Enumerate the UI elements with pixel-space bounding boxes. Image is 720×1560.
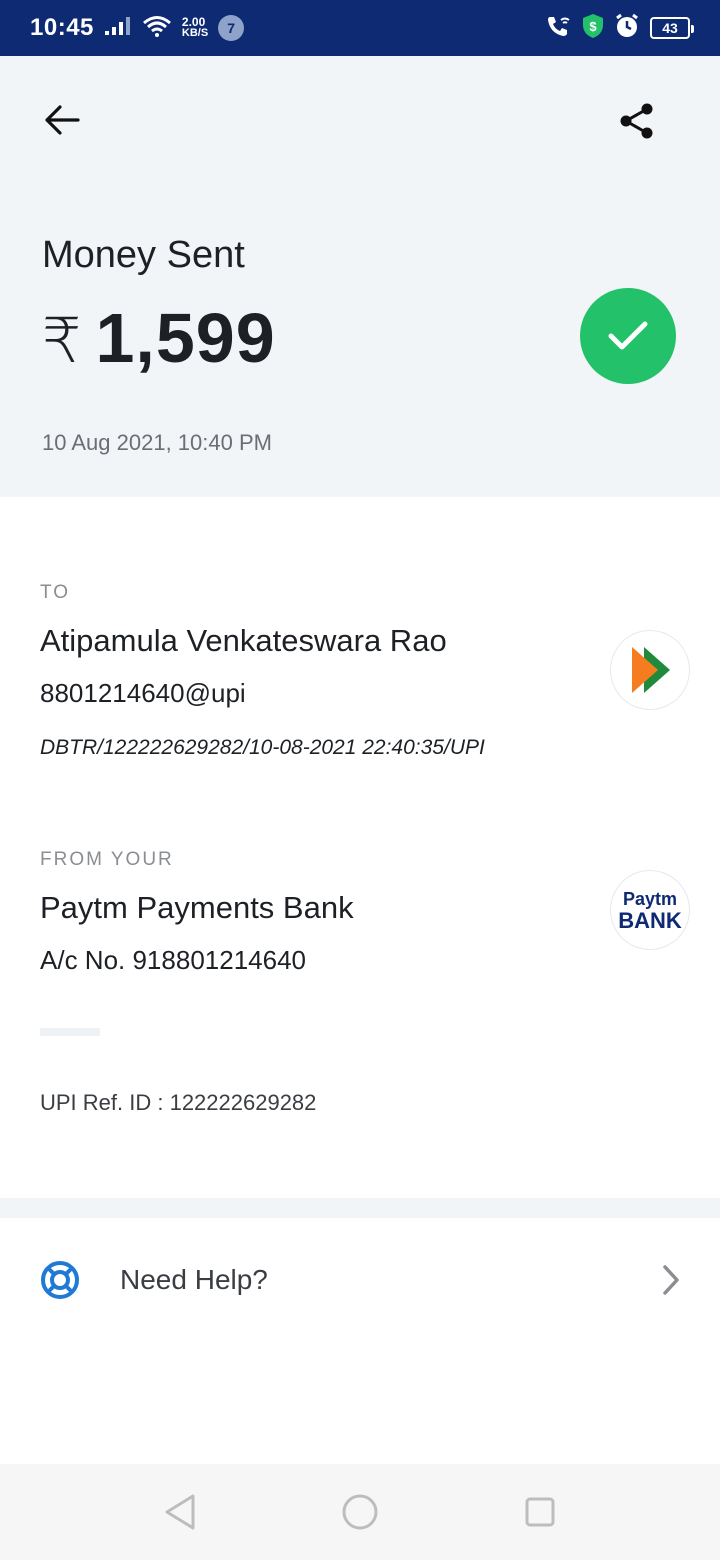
success-check-icon: [580, 288, 676, 384]
bank-logo-text: BANK: [618, 908, 682, 933]
status-left: 10:45 2.00 KB/S 7: [30, 14, 245, 42]
shield-dollar-icon: $: [582, 13, 604, 44]
section-separator: [0, 1198, 720, 1218]
notification-count: 7: [218, 15, 245, 41]
status-right: $ 43: [546, 13, 694, 44]
alarm-icon: [614, 13, 640, 44]
svg-text:$: $: [589, 19, 597, 34]
home-circle-icon: [342, 1494, 378, 1530]
account-number: A/c No. 918801214640: [40, 945, 306, 975]
nav-recents-button[interactable]: [520, 1492, 560, 1532]
wifi-call-icon: [546, 14, 572, 43]
nav-home-button[interactable]: [340, 1492, 380, 1532]
divider: [40, 1028, 100, 1036]
from-label: FROM YOUR: [40, 849, 174, 870]
upi-ref-id: UPI Ref. ID : 122222629282: [40, 1090, 317, 1115]
recipient-name: Atipamula Venkateswara Rao: [40, 623, 447, 658]
amount-value: 1,599: [95, 299, 276, 377]
wifi-icon: [142, 15, 172, 42]
currency-symbol: ₹: [42, 307, 82, 376]
recents-square-icon: [525, 1497, 555, 1527]
chevron-right-icon: [663, 1265, 679, 1295]
signal-icon: [104, 16, 132, 41]
net-speed-unit: KB/S: [181, 27, 209, 39]
transaction-datetime: 10 Aug 2021, 10:40 PM: [42, 430, 272, 455]
paytm-logo-text: Paytm: [622, 889, 678, 909]
back-button[interactable]: [40, 98, 84, 142]
status-time: 10:45: [30, 14, 94, 41]
nav-back-button[interactable]: [160, 1492, 200, 1532]
transaction-header: Money Sent ₹ 1,599 10 Aug 2021, 10:40 PM: [0, 56, 720, 497]
net-speed: 2.00 KB/S: [181, 16, 209, 39]
paytm-bank-logo: Paytm BANK: [610, 870, 690, 950]
amount: ₹ 1,599: [42, 298, 276, 378]
back-triangle-icon: [165, 1494, 195, 1530]
transaction-reference: DBTR/122222629282/10-08-2021 22:40:35/UP…: [40, 736, 485, 759]
need-help-row[interactable]: Need Help?: [0, 1240, 720, 1320]
status-bar: 10:45 2.00 KB/S 7 $ 43: [0, 0, 720, 56]
battery-icon: 43: [650, 17, 694, 39]
share-icon: [620, 103, 653, 139]
need-help-label: Need Help?: [120, 1264, 268, 1295]
bank-name: Paytm Payments Bank: [40, 890, 354, 925]
recipient-upi-id: 8801214640@upi: [40, 678, 246, 708]
system-nav-bar: [0, 1464, 720, 1560]
to-label: TO: [40, 582, 71, 603]
share-button[interactable]: [614, 98, 660, 144]
bhim-upi-logo: [610, 630, 690, 710]
arrow-left-icon: [45, 105, 80, 135]
lifebuoy-icon: [41, 1261, 79, 1299]
page-title: Money Sent: [42, 234, 245, 276]
